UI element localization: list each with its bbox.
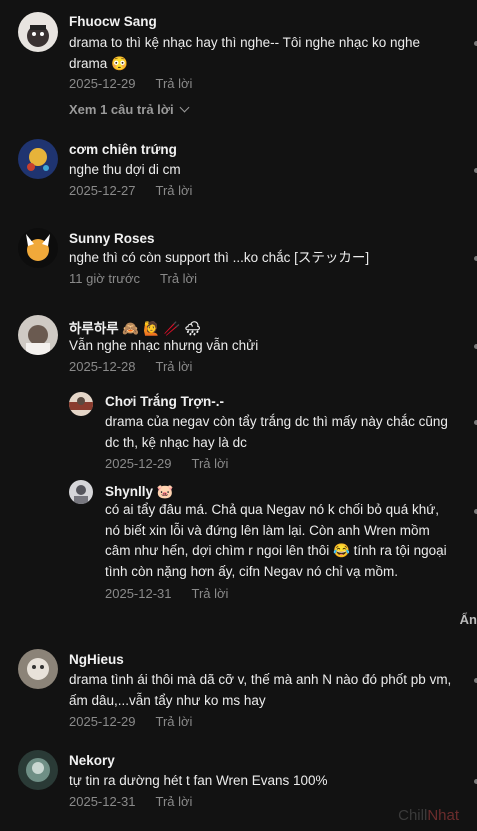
- comment-date: 2025-12-28: [69, 359, 136, 374]
- watermark-part1: Chill: [398, 807, 428, 824]
- comment-date: 2025-12-31: [105, 586, 172, 601]
- comment-date: 2025-12-31: [69, 794, 136, 809]
- reply-button[interactable]: Trả lời: [160, 271, 197, 286]
- comment-username[interactable]: Nekory: [69, 753, 115, 768]
- comment-meta: 2025-12-29 Trả lời: [69, 76, 192, 91]
- comment-username[interactable]: Chơi Trắng Trợn-.-: [105, 394, 224, 409]
- comment-date: 2025-12-27: [69, 183, 136, 198]
- comment-text: nghe thì có còn support thì ...ko chắc […: [69, 250, 370, 265]
- comment-meta: 11 giờ trước Trả lời: [69, 271, 197, 286]
- comment-text: drama to thì kệ nhạc hay thì nghe-- Tôi …: [69, 35, 420, 71]
- comment-username[interactable]: Shynlly 🐷: [105, 484, 174, 500]
- avatar[interactable]: [69, 480, 93, 504]
- comment-text: Vẫn nghe nhạc nhưng vẫn chửi: [69, 338, 259, 353]
- reply-button[interactable]: Trả lời: [156, 714, 193, 729]
- comment-username[interactable]: NgHieus: [69, 652, 124, 667]
- comment-date: 2025-12-29: [69, 714, 136, 729]
- reply-button[interactable]: Trả lời: [156, 794, 193, 809]
- comment-meta: 2025-12-31 Trả lời: [105, 586, 228, 601]
- view-replies-button[interactable]: Xem 1 câu trả lời: [69, 102, 190, 117]
- avatar[interactable]: [18, 750, 58, 790]
- view-replies-label: Xem 1 câu trả lời: [69, 102, 174, 117]
- avatar[interactable]: [69, 392, 93, 416]
- reply-button[interactable]: Trả lời: [156, 359, 193, 374]
- hide-replies-button[interactable]: Ẩn: [460, 612, 477, 627]
- reply-button[interactable]: Trả lời: [156, 183, 193, 198]
- avatar[interactable]: [18, 228, 58, 268]
- comment-text: có ai tẩy đâu má. Chả qua Negav nó k chố…: [105, 502, 447, 579]
- comment-text: nghe thu dợi di cm: [69, 162, 181, 177]
- comment-username[interactable]: Sunny Roses: [69, 231, 155, 246]
- comment-username[interactable]: Fhuocw Sang: [69, 14, 157, 29]
- comment-date: 2025-12-29: [69, 76, 136, 91]
- comment-date: 11 giờ trước: [69, 271, 141, 286]
- avatar[interactable]: [18, 315, 58, 355]
- watermark-part2: Nhat: [427, 807, 459, 824]
- avatar[interactable]: [18, 649, 58, 689]
- comment-meta: 2025-12-28 Trả lời: [69, 359, 192, 374]
- comment-text: tự tin ra dường hét t fan Wren Evans 100…: [69, 773, 328, 788]
- reply-button[interactable]: Trả lời: [156, 76, 193, 91]
- reply-button[interactable]: Trả lời: [192, 456, 229, 471]
- watermark: ChillNhat: [398, 807, 459, 824]
- comment-username[interactable]: cơm chiên trứng: [69, 142, 177, 157]
- avatar[interactable]: [18, 12, 58, 52]
- comment-text: drama tình ái thôi mà dã cỡ v, thế mà an…: [69, 672, 452, 708]
- comment-meta: 2025-12-29 Trả lời: [69, 714, 192, 729]
- comment-text: drama của negav còn tẩy trắng dc thì mấy…: [105, 414, 448, 450]
- reply-button[interactable]: Trả lời: [192, 586, 229, 601]
- comment-meta: 2025-12-29 Trả lời: [105, 456, 228, 471]
- comment-username[interactable]: 하루하루 🙈 🙋 🥢 🌧: [69, 317, 201, 337]
- avatar[interactable]: [18, 139, 58, 179]
- comment-meta: 2025-12-31 Trả lời: [69, 794, 192, 809]
- comment-meta: 2025-12-27 Trả lời: [69, 183, 192, 198]
- comment-date: 2025-12-29: [105, 456, 172, 471]
- chevron-down-icon: [179, 102, 190, 113]
